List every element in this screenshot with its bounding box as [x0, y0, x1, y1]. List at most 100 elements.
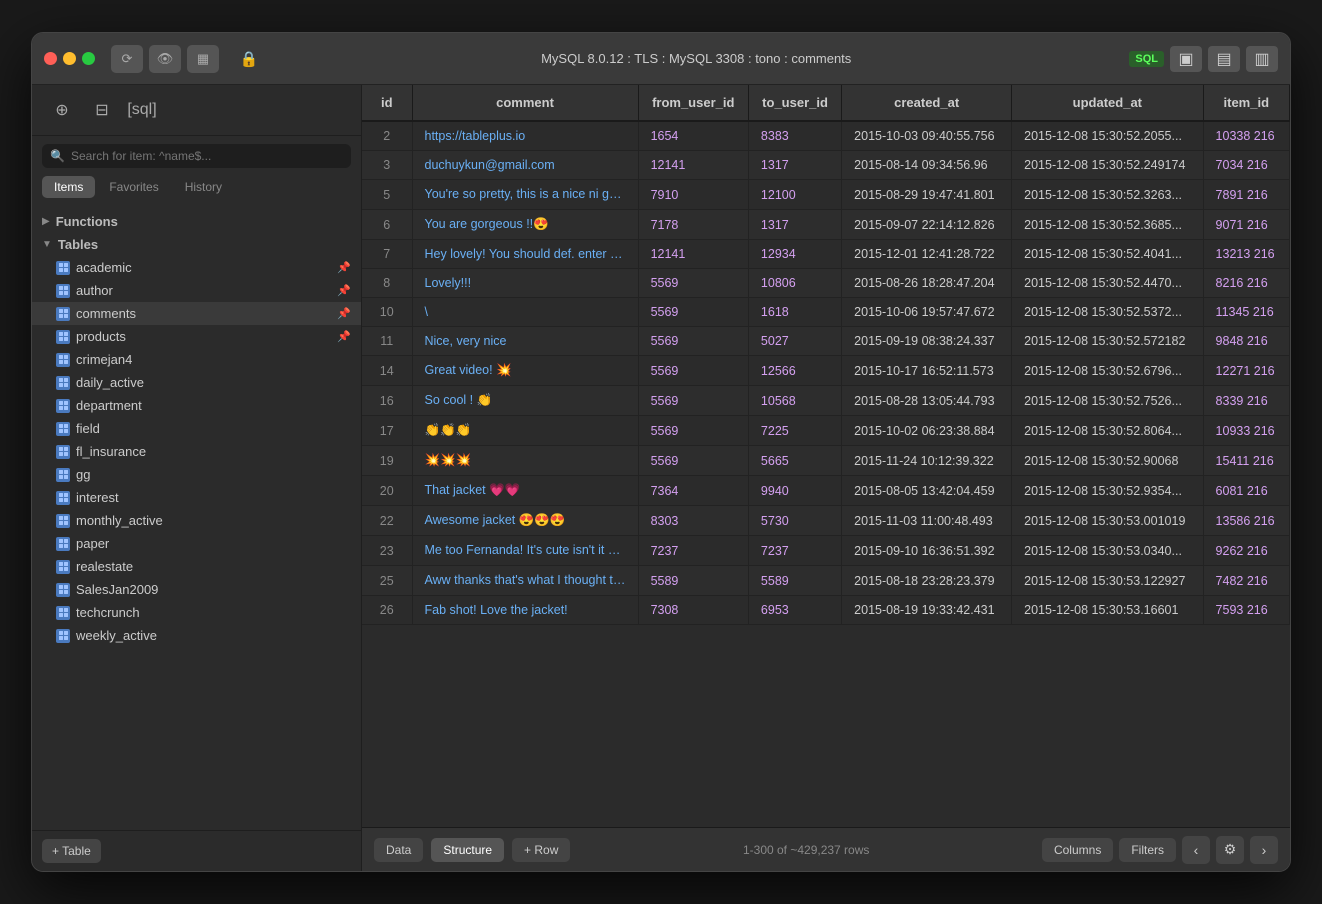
- layout-icon-1[interactable]: ▣: [1170, 46, 1202, 72]
- to_user_id-cell[interactable]: 12100: [748, 180, 841, 210]
- item_id-cell[interactable]: 8339 216: [1203, 386, 1289, 416]
- table-icon-btn[interactable]: ⊟: [84, 95, 120, 125]
- id-cell[interactable]: 23: [362, 536, 412, 566]
- from_user_id-cell[interactable]: 7178: [638, 210, 748, 240]
- structure-tab-button[interactable]: Structure: [431, 838, 504, 862]
- comment-cell[interactable]: So cool ! 👏: [412, 386, 638, 416]
- to_user_id-cell[interactable]: 5589: [748, 566, 841, 596]
- next-page-button[interactable]: ›: [1250, 836, 1278, 864]
- item_id-cell[interactable]: 11345 216: [1203, 298, 1289, 327]
- created_at-cell[interactable]: 2015-10-17 16:52:11.573: [842, 356, 1012, 386]
- comment-cell[interactable]: Aww thanks that's what I thought to lol …: [412, 566, 638, 596]
- table-item-paper[interactable]: paper: [32, 532, 361, 555]
- to_user_id-cell[interactable]: 12934: [748, 240, 841, 269]
- item_id-cell[interactable]: 9071 216: [1203, 210, 1289, 240]
- id-cell[interactable]: 10: [362, 298, 412, 327]
- from_user_id-cell[interactable]: 1654: [638, 121, 748, 151]
- table-row[interactable]: 26Fab shot! Love the jacket!730869532015…: [362, 596, 1290, 625]
- grid-icon[interactable]: ▦: [187, 45, 219, 73]
- table-item-crimejan4[interactable]: crimejan4: [32, 348, 361, 371]
- table-row[interactable]: 5You're so pretty, this is a nice ni gor…: [362, 180, 1290, 210]
- table-item-author[interactable]: author 📌: [32, 279, 361, 302]
- table-item-monthly_active[interactable]: monthly_active: [32, 509, 361, 532]
- comment-cell[interactable]: Awesome jacket 😍😍😍: [412, 506, 638, 536]
- to_user_id-cell[interactable]: 12566: [748, 356, 841, 386]
- col-header-updated_at[interactable]: updated_at: [1012, 85, 1203, 121]
- item_id-cell[interactable]: 13213 216: [1203, 240, 1289, 269]
- to_user_id-cell[interactable]: 1317: [748, 151, 841, 180]
- table-item-daily_active[interactable]: daily_active: [32, 371, 361, 394]
- created_at-cell[interactable]: 2015-11-03 11:00:48.493: [842, 506, 1012, 536]
- item_id-cell[interactable]: 9262 216: [1203, 536, 1289, 566]
- comment-cell[interactable]: Fab shot! Love the jacket!: [412, 596, 638, 625]
- to_user_id-cell[interactable]: 7225: [748, 416, 841, 446]
- from_user_id-cell[interactable]: 5569: [638, 356, 748, 386]
- comment-cell[interactable]: \: [412, 298, 638, 327]
- created_at-cell[interactable]: 2015-08-18 23:28:23.379: [842, 566, 1012, 596]
- table-item-interest[interactable]: interest: [32, 486, 361, 509]
- updated_at-cell[interactable]: 2015-12-08 15:30:52.7526...: [1012, 386, 1203, 416]
- from_user_id-cell[interactable]: 5569: [638, 269, 748, 298]
- comment-cell[interactable]: Hey lovely! You should def. enter the Ch…: [412, 240, 638, 269]
- item_id-cell[interactable]: 10338 216: [1203, 121, 1289, 151]
- updated_at-cell[interactable]: 2015-12-08 15:30:52.249174: [1012, 151, 1203, 180]
- from_user_id-cell[interactable]: 7364: [638, 476, 748, 506]
- id-cell[interactable]: 17: [362, 416, 412, 446]
- from_user_id-cell[interactable]: 5569: [638, 416, 748, 446]
- to_user_id-cell[interactable]: 8383: [748, 121, 841, 151]
- created_at-cell[interactable]: 2015-10-06 19:57:47.672: [842, 298, 1012, 327]
- id-cell[interactable]: 16: [362, 386, 412, 416]
- item_id-cell[interactable]: 15411 216: [1203, 446, 1289, 476]
- comment-cell[interactable]: Great video! 💥: [412, 356, 638, 386]
- comment-cell[interactable]: duchuykun@gmail.com: [412, 151, 638, 180]
- table-row[interactable]: 3duchuykun@gmail.com1214113172015-08-14 …: [362, 151, 1290, 180]
- item_id-cell[interactable]: 7034 216: [1203, 151, 1289, 180]
- comment-cell[interactable]: Nice, very nice: [412, 327, 638, 356]
- col-header-id[interactable]: id: [362, 85, 412, 121]
- prev-page-button[interactable]: ‹: [1182, 836, 1210, 864]
- id-cell[interactable]: 2: [362, 121, 412, 151]
- table-item-fl_insurance[interactable]: fl_insurance: [32, 440, 361, 463]
- tab-favorites[interactable]: Favorites: [97, 176, 170, 198]
- table-row[interactable]: 25Aww thanks that's what I thought to lo…: [362, 566, 1290, 596]
- tables-section[interactable]: ▼ Tables: [32, 233, 361, 256]
- from_user_id-cell[interactable]: 5589: [638, 566, 748, 596]
- id-cell[interactable]: 6: [362, 210, 412, 240]
- to_user_id-cell[interactable]: 5027: [748, 327, 841, 356]
- comment-cell[interactable]: Lovely!!!: [412, 269, 638, 298]
- from_user_id-cell[interactable]: 7237: [638, 536, 748, 566]
- updated_at-cell[interactable]: 2015-12-08 15:30:52.8064...: [1012, 416, 1203, 446]
- updated_at-cell[interactable]: 2015-12-08 15:30:53.0340...: [1012, 536, 1203, 566]
- updated_at-cell[interactable]: 2015-12-08 15:30:52.5372...: [1012, 298, 1203, 327]
- created_at-cell[interactable]: 2015-09-10 16:36:51.392: [842, 536, 1012, 566]
- table-item-realestate[interactable]: realestate: [32, 555, 361, 578]
- item_id-cell[interactable]: 13586 216: [1203, 506, 1289, 536]
- to_user_id-cell[interactable]: 1317: [748, 210, 841, 240]
- col-header-comment[interactable]: comment: [412, 85, 638, 121]
- item_id-cell[interactable]: 12271 216: [1203, 356, 1289, 386]
- created_at-cell[interactable]: 2015-08-14 09:34:56.96: [842, 151, 1012, 180]
- table-row[interactable]: 11Nice, very nice556950272015-09-19 08:3…: [362, 327, 1290, 356]
- from_user_id-cell[interactable]: 5569: [638, 327, 748, 356]
- comment-cell[interactable]: Me too Fernanda! It's cute isn't it 😊😍 x: [412, 536, 638, 566]
- back-icon[interactable]: ⟳: [111, 45, 143, 73]
- id-cell[interactable]: 19: [362, 446, 412, 476]
- table-row[interactable]: 17👏👏👏556972252015-10-02 06:23:38.8842015…: [362, 416, 1290, 446]
- updated_at-cell[interactable]: 2015-12-08 15:30:53.122927: [1012, 566, 1203, 596]
- to_user_id-cell[interactable]: 9940: [748, 476, 841, 506]
- comment-cell[interactable]: 💥💥💥: [412, 446, 638, 476]
- created_at-cell[interactable]: 2015-08-28 13:05:44.793: [842, 386, 1012, 416]
- from_user_id-cell[interactable]: 7910: [638, 180, 748, 210]
- search-input[interactable]: [71, 149, 343, 163]
- from_user_id-cell[interactable]: 12141: [638, 151, 748, 180]
- to_user_id-cell[interactable]: 10806: [748, 269, 841, 298]
- created_at-cell[interactable]: 2015-09-19 08:38:24.337: [842, 327, 1012, 356]
- updated_at-cell[interactable]: 2015-12-08 15:30:52.6796...: [1012, 356, 1203, 386]
- table-item-gg[interactable]: gg: [32, 463, 361, 486]
- from_user_id-cell[interactable]: 8303: [638, 506, 748, 536]
- from_user_id-cell[interactable]: 12141: [638, 240, 748, 269]
- updated_at-cell[interactable]: 2015-12-08 15:30:52.4041...: [1012, 240, 1203, 269]
- id-cell[interactable]: 22: [362, 506, 412, 536]
- item_id-cell[interactable]: 6081 216: [1203, 476, 1289, 506]
- to_user_id-cell[interactable]: 7237: [748, 536, 841, 566]
